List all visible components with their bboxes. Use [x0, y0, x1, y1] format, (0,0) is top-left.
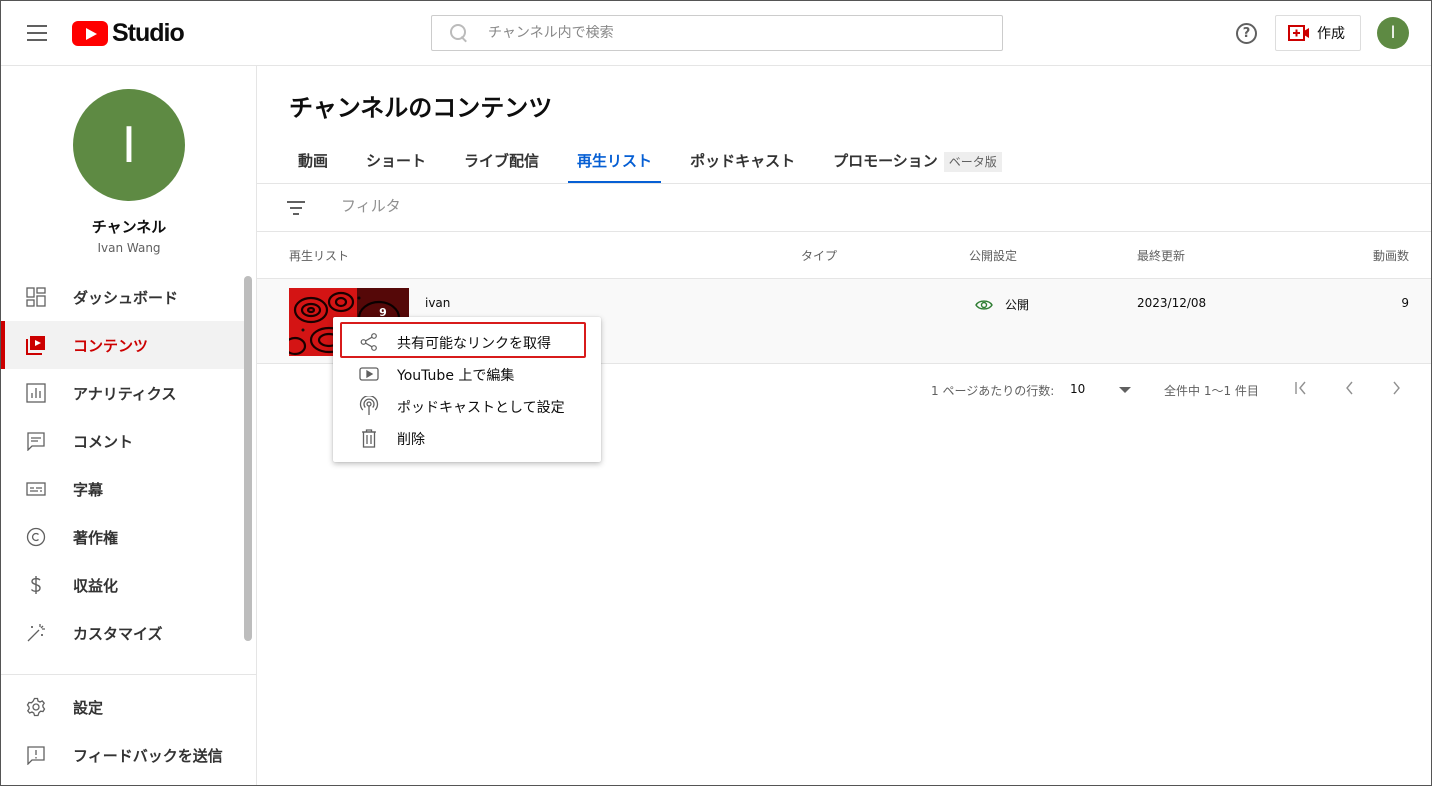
tab-videos[interactable]: 動画 [289, 138, 337, 184]
sidebar-item-label: 設定 [73, 698, 104, 717]
tab-playlists[interactable]: 再生リスト [568, 138, 662, 184]
podcast-icon [359, 395, 379, 416]
top-bar: Studio ? 作成 I [1, 1, 1431, 66]
sidebar-item-monetization[interactable]: 収益化 [1, 561, 244, 609]
sidebar-item-comments[interactable]: コメント [1, 417, 244, 465]
visibility-cell[interactable]: 公開 [975, 296, 1029, 313]
updated-date: 2023/12/08 [1137, 296, 1207, 310]
comments-icon [26, 431, 46, 452]
menu-item-label: YouTube 上で編集 [397, 368, 515, 384]
sidebar-item-subtitles[interactable]: 字幕 [1, 465, 244, 513]
search-icon [449, 23, 469, 43]
sidebar-scrollbar[interactable] [244, 276, 252, 641]
menu-item-label: ポッドキャストとして設定 [397, 400, 565, 416]
first-page-icon[interactable] [1291, 378, 1311, 398]
rows-per-page-value[interactable]: 10 [1070, 382, 1085, 396]
playlist-options-menu: 共有可能なリンクを取得 YouTube 上で編集 ポッドキャストとして設定 削除 [333, 317, 601, 462]
column-header-type: タイプ [801, 249, 838, 263]
youtube-play-icon [72, 20, 108, 46]
channel-name: Ivan Wang [97, 241, 161, 255]
visibility-label: 公開 [1005, 298, 1030, 312]
magic-wand-icon [26, 623, 46, 643]
sidebar-item-content[interactable]: コンテンツ [1, 321, 244, 369]
sidebar-item-settings[interactable]: 設定 [1, 683, 256, 731]
trash-icon [359, 428, 379, 448]
youtube-studio-logo[interactable]: Studio [72, 18, 185, 47]
sidebar-item-label: アナリティクス [73, 384, 177, 403]
dollar-icon [26, 575, 46, 595]
sidebar-bottom: 設定 フィードバックを送信 [1, 674, 256, 785]
help-icon[interactable]: ? [1236, 23, 1257, 44]
menu-item-label: 共有可能なリンクを取得 [397, 336, 551, 352]
sidebar-item-copyright[interactable]: 著作権 [1, 513, 244, 561]
tab-promotions[interactable]: プロモーション ベータ版 [824, 138, 1011, 184]
menu-item-delete[interactable]: 削除 [333, 421, 601, 453]
menu-item-set-as-podcast[interactable]: ポッドキャストとして設定 [333, 389, 601, 421]
create-button[interactable]: 作成 [1275, 15, 1361, 51]
tab-live[interactable]: ライブ配信 [455, 138, 548, 184]
logo-text: Studio [112, 18, 185, 47]
youtube-icon [359, 364, 379, 384]
dashboard-icon [26, 287, 46, 307]
rows-per-page-label: 1 ページあたりの行数: [931, 384, 1055, 398]
sidebar-nav: ダッシュボード コンテンツ アナリティクス コメント 字幕 著作権 収益化 カス… [1, 273, 244, 673]
column-header-visibility: 公開設定 [969, 249, 1018, 263]
playlist-title[interactable]: ivan [425, 296, 450, 310]
sidebar-item-label: 収益化 [73, 576, 119, 595]
sidebar-item-label: コメント [73, 432, 134, 451]
sidebar-item-label: フィードバックを送信 [73, 746, 223, 765]
column-header-video-count: 動画数 [1372, 249, 1409, 263]
sidebar-item-feedback[interactable]: フィードバックを送信 [1, 731, 256, 779]
channel-avatar[interactable]: I [73, 89, 185, 201]
sidebar-item-label: 字幕 [73, 480, 104, 499]
next-page-icon[interactable] [1387, 378, 1407, 398]
sidebar-item-customize[interactable]: カスタマイズ [1, 609, 244, 657]
create-label: 作成 [1317, 26, 1345, 42]
chevron-down-icon[interactable] [1119, 387, 1131, 393]
search-box[interactable] [431, 15, 1003, 51]
content-icon [26, 335, 46, 355]
sidebar-item-label: ダッシュボード [73, 288, 179, 307]
create-video-icon [1288, 25, 1310, 41]
tab-shorts[interactable]: ショート [357, 138, 435, 184]
sidebar-item-label: コンテンツ [73, 336, 149, 355]
menu-item-label: 削除 [397, 432, 425, 448]
copyright-icon [26, 527, 46, 547]
sidebar: I チャンネル Ivan Wang ダッシュボード コンテンツ アナリティクス … [1, 66, 257, 785]
gear-icon [26, 697, 46, 717]
previous-page-icon[interactable] [1339, 378, 1359, 398]
subtitles-icon [26, 479, 46, 499]
sidebar-item-label: カスタマイズ [73, 624, 163, 643]
page-range: 全件中 1〜1 件目 [1164, 384, 1259, 398]
content-tabs: 動画 ショート ライブ配信 再生リスト ポッドキャスト プロモーション ベータ版 [289, 138, 1031, 184]
filter-input[interactable] [341, 197, 941, 215]
filter-icon[interactable] [287, 201, 305, 215]
page-title: チャンネルのコンテンツ [289, 94, 553, 122]
tab-podcasts[interactable]: ポッドキャスト [681, 138, 804, 184]
column-header-playlist: 再生リスト [289, 249, 350, 263]
channel-title: チャンネル [91, 218, 167, 236]
tab-label: プロモーション [833, 152, 938, 170]
feedback-icon [26, 745, 46, 766]
account-avatar[interactable]: I [1377, 17, 1409, 49]
analytics-icon [26, 383, 46, 403]
table-header: 再生リスト タイプ 公開設定 最終更新 動画数 [257, 232, 1431, 279]
menu-item-get-shareable-link[interactable]: 共有可能なリンクを取得 [333, 325, 601, 357]
studio-window: Studio ? 作成 I I チャンネル Ivan Wang [0, 0, 1432, 786]
menu-icon[interactable] [27, 25, 47, 41]
filter-bar [257, 184, 1431, 232]
sidebar-item-dashboard[interactable]: ダッシュボード [1, 273, 244, 321]
menu-item-edit-on-youtube[interactable]: YouTube 上で編集 [333, 357, 601, 389]
sidebar-item-analytics[interactable]: アナリティクス [1, 369, 244, 417]
search-input[interactable] [488, 25, 968, 41]
beta-badge: ベータ版 [943, 152, 1002, 172]
sidebar-item-label: 著作権 [73, 528, 119, 547]
column-header-updated[interactable]: 最終更新 [1137, 247, 1185, 264]
eye-icon [975, 299, 993, 311]
share-icon [359, 332, 379, 352]
video-count: 9 [1401, 296, 1409, 310]
